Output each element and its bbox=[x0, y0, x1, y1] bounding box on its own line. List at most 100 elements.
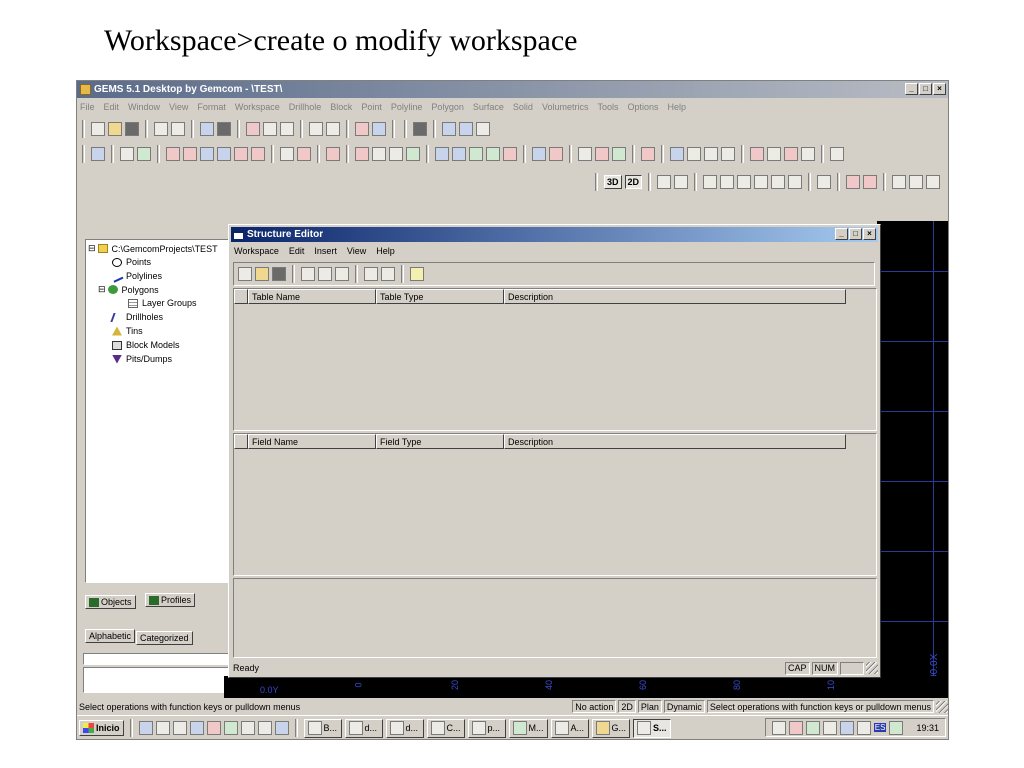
menu-window[interactable]: Window bbox=[128, 102, 160, 112]
copy-icon[interactable] bbox=[318, 267, 332, 281]
tray-d-icon[interactable] bbox=[889, 720, 904, 735]
grid-toggle-icon[interactable] bbox=[442, 122, 456, 136]
insert-table-icon[interactable] bbox=[364, 267, 378, 281]
column-header[interactable]: Table Type bbox=[376, 289, 504, 304]
task-button[interactable]: C... bbox=[426, 718, 465, 738]
se-menu-workspace[interactable]: Workspace bbox=[234, 246, 279, 256]
column-header[interactable]: Description bbox=[504, 434, 846, 449]
section-c-icon[interactable] bbox=[704, 147, 718, 161]
menu-options[interactable]: Options bbox=[627, 102, 658, 112]
task-button[interactable]: B... bbox=[303, 718, 342, 738]
tab-objects[interactable]: Objects bbox=[85, 595, 136, 609]
tree-collapse-icon[interactable]: ⊟ bbox=[88, 243, 96, 254]
minimize-button[interactable]: _ bbox=[905, 83, 918, 95]
app-title-bar[interactable]: GEMS 5.1 Desktop by Gemcom - \TEST\ _ □ … bbox=[77, 81, 948, 98]
polyline-c-icon[interactable] bbox=[469, 147, 483, 161]
save-workspace-icon[interactable] bbox=[272, 267, 286, 281]
attribute-a-icon[interactable] bbox=[532, 147, 546, 161]
solid-view-icon[interactable] bbox=[217, 122, 231, 136]
view-2d-button[interactable]: 2D bbox=[624, 175, 643, 189]
pan-down-icon[interactable] bbox=[754, 175, 769, 189]
menu-point[interactable]: Point bbox=[361, 102, 382, 112]
tray-b-icon[interactable] bbox=[839, 720, 854, 735]
print-icon[interactable] bbox=[413, 122, 427, 136]
tree-item-points[interactable]: Points bbox=[112, 257, 151, 267]
tray-a-icon[interactable] bbox=[771, 720, 786, 735]
se-close-button[interactable]: × bbox=[863, 228, 876, 240]
workspace-tree[interactable]: ⊟ C:\GemcomProjects\TEST Points Polyline… bbox=[85, 239, 231, 583]
task-button[interactable]: d... bbox=[385, 718, 424, 738]
menu-file[interactable]: File bbox=[80, 102, 95, 112]
tab-categorized[interactable]: Categorized bbox=[136, 631, 193, 645]
clock[interactable]: 19:31 bbox=[916, 723, 939, 733]
se-maximize-button[interactable]: □ bbox=[849, 228, 862, 240]
polygon-tool-icon[interactable] bbox=[326, 147, 340, 161]
paste-icon[interactable] bbox=[335, 267, 349, 281]
tree-item-drillholes[interactable]: Drillholes bbox=[110, 312, 163, 322]
task-button-active[interactable]: S... bbox=[633, 718, 672, 738]
tray-c-icon[interactable] bbox=[856, 720, 871, 735]
volume-icon[interactable] bbox=[822, 720, 837, 735]
select-area-icon[interactable] bbox=[137, 147, 151, 161]
excel-icon[interactable] bbox=[223, 721, 238, 735]
pan-left-icon[interactable] bbox=[703, 175, 718, 189]
zoom-next-icon[interactable] bbox=[909, 175, 924, 189]
quicklaunch-c-icon[interactable] bbox=[274, 721, 289, 735]
tray-shield-icon[interactable] bbox=[788, 720, 803, 735]
zoom-window-icon[interactable] bbox=[788, 175, 803, 189]
mark-b-icon[interactable] bbox=[767, 147, 781, 161]
zoom-in-icon[interactable] bbox=[657, 175, 672, 189]
polyline-b-icon[interactable] bbox=[452, 147, 466, 161]
powerpoint-icon[interactable] bbox=[206, 721, 221, 735]
task-button[interactable]: A... bbox=[550, 718, 589, 738]
pen-icon[interactable] bbox=[830, 147, 844, 161]
menu-block[interactable]: Block bbox=[330, 102, 352, 112]
tab-profiles[interactable]: Profiles bbox=[145, 593, 196, 607]
menu-drillhole[interactable]: Drillhole bbox=[289, 102, 322, 112]
view-settings-b-icon[interactable] bbox=[863, 175, 878, 189]
tree-collapse-icon[interactable]: ⊟ bbox=[98, 284, 106, 295]
task-button[interactable]: d... bbox=[344, 718, 383, 738]
menu-format[interactable]: Format bbox=[197, 102, 226, 112]
tree-item-pits-dumps[interactable]: Pits/Dumps bbox=[112, 354, 172, 364]
move-line-icon[interactable] bbox=[200, 147, 214, 161]
start-button[interactable]: Inicio bbox=[79, 720, 124, 736]
polyline-d-icon[interactable] bbox=[486, 147, 500, 161]
split-line-icon[interactable] bbox=[217, 147, 231, 161]
task-button[interactable]: G... bbox=[591, 718, 631, 738]
menu-volumetrics[interactable]: Volumetrics bbox=[542, 102, 589, 112]
vertex-add-icon[interactable] bbox=[355, 147, 369, 161]
measure-icon[interactable] bbox=[476, 122, 490, 136]
task-button[interactable]: M... bbox=[508, 718, 548, 738]
previous-icon[interactable] bbox=[309, 122, 323, 136]
help-icon[interactable] bbox=[410, 267, 424, 281]
graphics-view[interactable]: 1200.0X bbox=[877, 221, 948, 697]
property-combo[interactable] bbox=[83, 653, 229, 665]
section-b-icon[interactable] bbox=[687, 147, 701, 161]
digitize-line-icon[interactable] bbox=[166, 147, 180, 161]
mark-c-icon[interactable] bbox=[784, 147, 798, 161]
label-tool-icon[interactable] bbox=[280, 122, 294, 136]
edit-line-icon[interactable] bbox=[183, 147, 197, 161]
quicklaunch-a-icon[interactable] bbox=[240, 721, 255, 735]
se-menu-insert[interactable]: Insert bbox=[314, 246, 337, 256]
zoom-fit-icon[interactable] bbox=[926, 175, 941, 189]
tree-item-tins[interactable]: Tins bbox=[112, 326, 143, 336]
mark-d-icon[interactable] bbox=[801, 147, 815, 161]
open-workspace-icon[interactable] bbox=[255, 267, 269, 281]
cut-icon[interactable] bbox=[301, 267, 315, 281]
menu-tools[interactable]: Tools bbox=[597, 102, 618, 112]
delete-point-icon[interactable] bbox=[297, 147, 311, 161]
se-menu-help[interactable]: Help bbox=[376, 246, 395, 256]
filter-icon[interactable] bbox=[355, 122, 369, 136]
pan-right-icon[interactable] bbox=[720, 175, 735, 189]
maximize-button[interactable]: □ bbox=[919, 83, 932, 95]
search-icon[interactable] bbox=[172, 721, 187, 735]
redo-icon[interactable] bbox=[171, 122, 185, 136]
field-grid[interactable]: Field Name Field Type Description bbox=[233, 433, 877, 576]
triangle-icon[interactable] bbox=[389, 147, 403, 161]
style-tool-icon[interactable] bbox=[263, 122, 277, 136]
insert-field-icon[interactable] bbox=[381, 267, 395, 281]
tree-root[interactable]: ⊟ C:\GemcomProjects\TEST bbox=[88, 243, 218, 254]
section-d-icon[interactable] bbox=[721, 147, 735, 161]
